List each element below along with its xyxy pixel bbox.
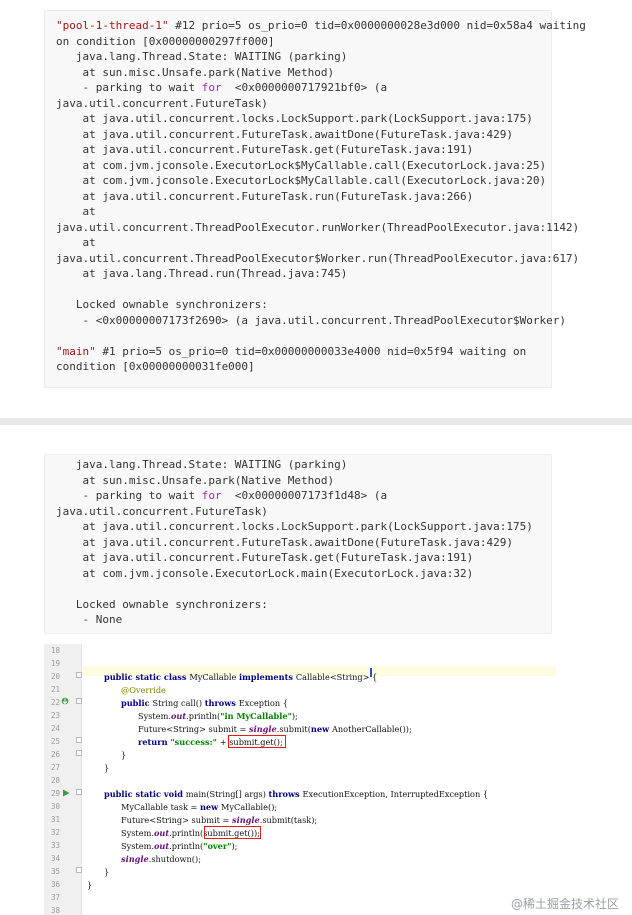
thread-dump-panel-2: java.lang.Thread.State: WAITING (parking…: [44, 454, 552, 634]
line-number: 35: [50, 867, 60, 876]
dump-line: - None: [56, 613, 123, 626]
dump-line: java.util.concurrent.ThreadPoolExecutor.…: [56, 220, 580, 234]
fold-marker-icon[interactable]: [76, 698, 82, 704]
line-number: 38: [50, 906, 60, 915]
dump-line: at java.util.concurrent.FutureTask.get(F…: [56, 143, 474, 156]
line-number: 18: [50, 646, 60, 655]
line-number: 37: [50, 893, 60, 902]
code-line: Future<String> submit = single.submit(ne…: [138, 724, 412, 734]
dump-line: at com.jvm.jconsole.ExecutorLock.main(Ex…: [56, 566, 474, 580]
dump-line: "main" #1 prio=5 os_prio=0 tid=0x0000000…: [56, 344, 527, 358]
dump-line: at: [56, 236, 96, 249]
line-number: 25: [50, 737, 60, 746]
line-number: 27: [50, 763, 60, 772]
dump-line: at java.util.concurrent.FutureTask.await…: [56, 127, 513, 141]
dump-line: java.util.concurrent.FutureTask): [56, 96, 268, 110]
code-line: single.shutdown();: [121, 854, 201, 864]
line-number: 36: [50, 880, 60, 889]
dump-line: at java.util.concurrent.FutureTask.await…: [56, 535, 513, 549]
dump-line: java.lang.Thread.State: WAITING (parking…: [56, 458, 348, 471]
dump-line: at java.util.concurrent.FutureTask.get(F…: [56, 551, 474, 564]
line-number: 28: [50, 776, 60, 785]
code-line: MyCallable task = new MyCallable();: [121, 802, 278, 812]
dump-line: java.util.concurrent.FutureTask): [56, 504, 268, 518]
override-method-icon[interactable]: [61, 697, 69, 705]
dump-line: at java.util.concurrent.locks.LockSuppor…: [56, 112, 533, 125]
dump-line: - parking to wait for <0x0000000717921bf…: [56, 81, 388, 94]
dump-line: java.lang.Thread.State: WAITING (parking…: [56, 50, 348, 63]
code-line: }: [104, 763, 110, 773]
dump-line: at sun.misc.Unsafe.park(Native Method): [56, 473, 335, 487]
line-number: 19: [50, 659, 60, 668]
line-number: 24: [50, 724, 60, 733]
dump-line: - <0x00000007173f2690> (a java.util.conc…: [56, 313, 566, 327]
fold-marker-icon[interactable]: [76, 789, 82, 795]
dump-line: on condition [0x00000000297ff000]: [56, 34, 275, 48]
code-line: Future<String> submit = single.submit(ta…: [121, 815, 318, 825]
line-number: 26: [50, 750, 60, 759]
section-divider: [0, 418, 632, 425]
line-number: 33: [50, 841, 60, 850]
highlight-box-submit-get-main: [204, 826, 261, 839]
dump-line: condition [0x00000000031fe000]: [56, 360, 255, 373]
line-number-gutter: 18 19 20 21 22 23 24 25 26 27 28 29 30 3…: [44, 644, 82, 915]
code-line: public static class MyCallable implement…: [104, 672, 378, 682]
line-number: 30: [50, 802, 60, 811]
fold-marker-icon[interactable]: [76, 737, 82, 743]
dump-line: at java.lang.Thread.run(Thread.java:745): [56, 267, 348, 280]
dump-line: Locked ownable synchronizers:: [56, 597, 268, 611]
thread-dump-panel-1: "pool-1-thread-1" #12 prio=5 os_prio=0 t…: [44, 10, 586, 388]
code-line: public static void main(String[] args) t…: [104, 789, 489, 799]
code-line: }: [104, 867, 110, 877]
line-number: 22: [50, 698, 60, 707]
dump-line: "pool-1-thread-1" #12 prio=5 os_prio=0 t…: [56, 19, 586, 32]
dump-line: at java.util.concurrent.locks.LockSuppor…: [56, 520, 533, 533]
fold-marker-icon[interactable]: [76, 867, 82, 873]
code-line: public String call() throws Exception {: [121, 698, 288, 708]
line-number: 34: [50, 854, 60, 863]
site-watermark: @稀土掘金技术社区: [511, 897, 620, 911]
dump-line: Locked ownable synchronizers:: [56, 298, 268, 311]
line-number: 32: [50, 828, 60, 837]
dump-line: at: [56, 205, 96, 218]
dump-line: java.util.concurrent.ThreadPoolExecutor$…: [56, 251, 580, 265]
dump-line: at sun.misc.Unsafe.park(Native Method): [56, 65, 335, 79]
highlight-box-submit-get-call: [228, 735, 286, 748]
run-gutter-icon[interactable]: [62, 789, 70, 797]
dump-line: at com.jvm.jconsole.ExecutorLock$MyCalla…: [56, 158, 547, 172]
line-number: 23: [50, 711, 60, 720]
dump-line: at com.jvm.jconsole.ExecutorLock$MyCalla…: [56, 174, 547, 187]
line-number: 20: [50, 672, 60, 681]
code-line: System.out.println("over");: [121, 841, 238, 851]
fold-marker-icon[interactable]: [76, 750, 82, 756]
line-number: 29: [50, 789, 60, 798]
code-line: @Override: [121, 685, 166, 695]
ide-code-editor: 18 19 20 21 22 23 24 25 26 27 28 29 30 3…: [44, 644, 556, 915]
code-line: System.out.println("in MyCallable");: [138, 711, 298, 721]
dump-line: at java.util.concurrent.FutureTask.run(F…: [56, 189, 474, 203]
dump-line: - parking to wait for <0x00000007173f1d4…: [56, 489, 388, 502]
code-line: }: [87, 880, 93, 890]
code-line: }: [121, 750, 127, 760]
line-number: 31: [50, 815, 60, 824]
line-number: 21: [50, 685, 60, 694]
